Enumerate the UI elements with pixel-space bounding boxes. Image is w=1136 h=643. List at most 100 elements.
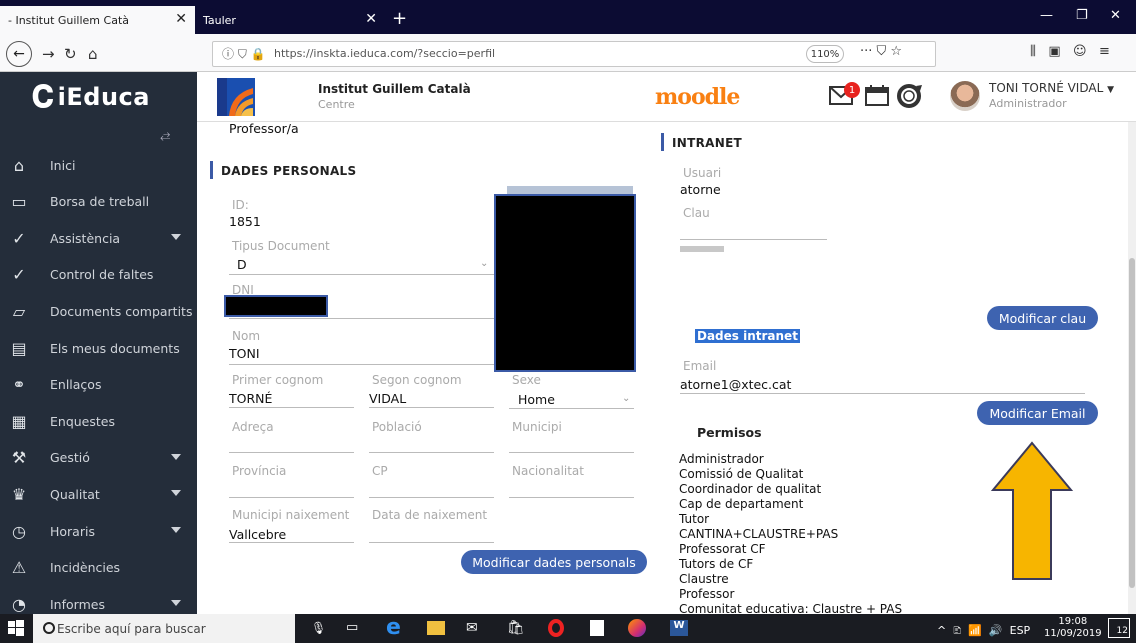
tipus-document-label: Tipus Document [232,239,330,253]
permiso-item: CANTINA+CLAUSTRE+PAS [679,527,839,541]
reload-icon[interactable]: ↻ [64,45,77,63]
sidebar-item-label: Els meus documents [50,340,180,356]
chevron-down-icon: ⌄ [622,393,631,404]
sidebar-item-assist-ncia[interactable]: ✓ Assistència [0,220,197,256]
password-strength-bar [680,246,724,252]
data-naixement-label: Data de naixement [372,508,488,522]
sidebar-item-gesti-[interactable]: ⚒ Gestió [0,440,197,476]
check-circle-icon: ✓ [12,228,26,248]
segon-cognom-input[interactable]: VIDAL [369,391,406,406]
store-icon[interactable]: 🛍 [507,620,525,636]
adreca-label: Adreça [232,420,274,434]
tab-title: Tauler [203,13,236,27]
field-underline[interactable] [369,452,494,453]
close-window-icon[interactable]: ✕ [1110,8,1121,23]
modify-email-button[interactable]: Modificar Email [977,401,1098,425]
school-subtitle: Centre [318,98,355,111]
tipus-document-select[interactable]: D [237,257,247,272]
caret-down-icon [171,600,181,607]
caret-down-icon [171,234,181,241]
school-logo-icon [217,78,255,116]
new-tab-icon[interactable]: + [392,8,407,29]
sidebar-item-qualitat[interactable]: ♛ Qualitat [0,476,197,512]
zoom-level[interactable]: 110% [806,45,844,63]
close-tab-icon[interactable]: ✕ [365,11,377,27]
folder-icon: ▱ [12,301,26,321]
page-actions-icon[interactable]: ··· ⛉ ☆ [860,44,902,59]
taskbar-search[interactable]: Escribe aquí para buscar [33,614,295,643]
moodle-link[interactable]: moodle [655,84,740,110]
sidebar-item-label: Enllaços [50,377,102,393]
windows-start-icon[interactable] [8,620,24,636]
nom-input[interactable]: TONI [229,346,260,361]
edge-icon[interactable]: e [386,615,401,640]
firefox-icon[interactable] [628,619,646,637]
sidebar-item-documents-compartits[interactable]: ▱ Documents compartits [0,293,197,329]
scrollbar-thumb[interactable] [1129,258,1135,588]
url-text[interactable]: https://inskta.ieduca.com/?seccio=perfil [274,47,495,60]
modify-key-button[interactable]: Modificar clau [987,306,1098,330]
close-tab-icon[interactable]: ✕ [175,11,187,27]
section-title-intranet: INTRANET [672,136,743,150]
browser-tab[interactable]: Tauler ✕ [195,6,385,34]
sidebar-item-label: Gestió [50,450,90,466]
field-underline[interactable] [509,452,634,453]
taskbar-clock[interactable]: 19:08 11/09/2019 [1044,616,1102,640]
sidebar-item-incid-ncies[interactable]: ⚠ Incidències [0,550,197,586]
restore-icon[interactable]: ❐ [1076,8,1088,23]
site-info-icon[interactable]: ⓘ ⛉ 🔒 [222,45,266,62]
user-name[interactable]: TONI TORNÉ VIDAL ▼ [989,81,1114,95]
browser-tab-active[interactable]: - Institut Guillem Catà ✕ [0,6,195,34]
sidebar-item-inici[interactable]: ⌂ Inici [0,147,197,183]
sidebar-item-els-meus-documents[interactable]: ▤ Els meus documents [0,330,197,366]
primer-cognom-input[interactable]: TORNÉ [229,391,272,406]
field-underline[interactable] [229,452,354,453]
forward-icon[interactable]: → [42,45,55,63]
caret-down-icon [171,527,181,533]
permiso-item: Tutors de CF [679,557,754,571]
sidebar-item-enlla-os[interactable]: ⚭ Enllaços [0,367,197,403]
sidebar-item-label: Assistència [50,230,121,246]
system-tray[interactable]: ^ 🗈 📶 🔊 ESP [937,622,1030,641]
sidebar-item-label: Incidències [50,560,121,576]
word-icon[interactable]: W [670,620,688,636]
task-view-icon[interactable]: ▭ [346,620,358,635]
file-explorer-icon[interactable] [427,621,445,635]
clau-input[interactable] [680,239,827,240]
calendar-icon[interactable] [864,84,890,106]
modify-personal-data-button[interactable]: Modificar dades personals [461,550,647,574]
field-underline [680,393,1085,394]
sidebar-item-enquestes[interactable]: ▦ Enquestes [0,403,197,439]
sidebar-item-label: Inici [50,157,76,173]
sidebar-item-horaris[interactable]: ◷ Horaris [0,513,197,549]
back-icon[interactable]: ← [6,41,32,67]
opera-icon[interactable] [548,619,564,637]
lock-icon: 🔒 [250,47,266,61]
photo-redacted [494,194,636,372]
briefcase-icon: ▭ [11,192,27,212]
field-underline [229,274,494,275]
minimize-icon[interactable]: — [1040,8,1053,23]
document-icon[interactable] [590,620,604,636]
library-icon[interactable]: ⫼ ▣ ☺ ≡ [1030,44,1110,59]
sexe-select[interactable]: Home [518,392,555,407]
sidebar-item-borsa-de-treball[interactable]: ▭ Borsa de treball [0,184,197,220]
ieduca-logo[interactable]: 𝐂 iEduca [0,72,197,122]
field-underline[interactable] [369,542,494,543]
permiso-item: Administrador [679,452,764,466]
field-underline[interactable] [509,497,634,498]
home-icon[interactable]: ⌂ [88,45,98,63]
field-underline[interactable] [229,497,354,498]
app-icon[interactable]: ✉ [466,620,478,636]
field-underline[interactable] [369,497,494,498]
microphone-icon[interactable]: 🎙 [311,621,326,635]
email-input[interactable]: atorne1@xtec.cat [680,377,791,392]
sidebar-collapse-icon[interactable]: ⥄ [160,128,170,143]
municipi-naixement-input[interactable]: Vallcebre [229,527,286,542]
notifications-icon[interactable]: 12 [1108,618,1130,638]
nom-label: Nom [232,329,261,343]
lifebuoy-icon[interactable] [896,82,924,108]
sidebar-item-control-de-faltes[interactable]: ✓ Control de faltes [0,257,197,293]
mail-badge: 1 [844,82,860,98]
avatar[interactable] [950,81,980,111]
